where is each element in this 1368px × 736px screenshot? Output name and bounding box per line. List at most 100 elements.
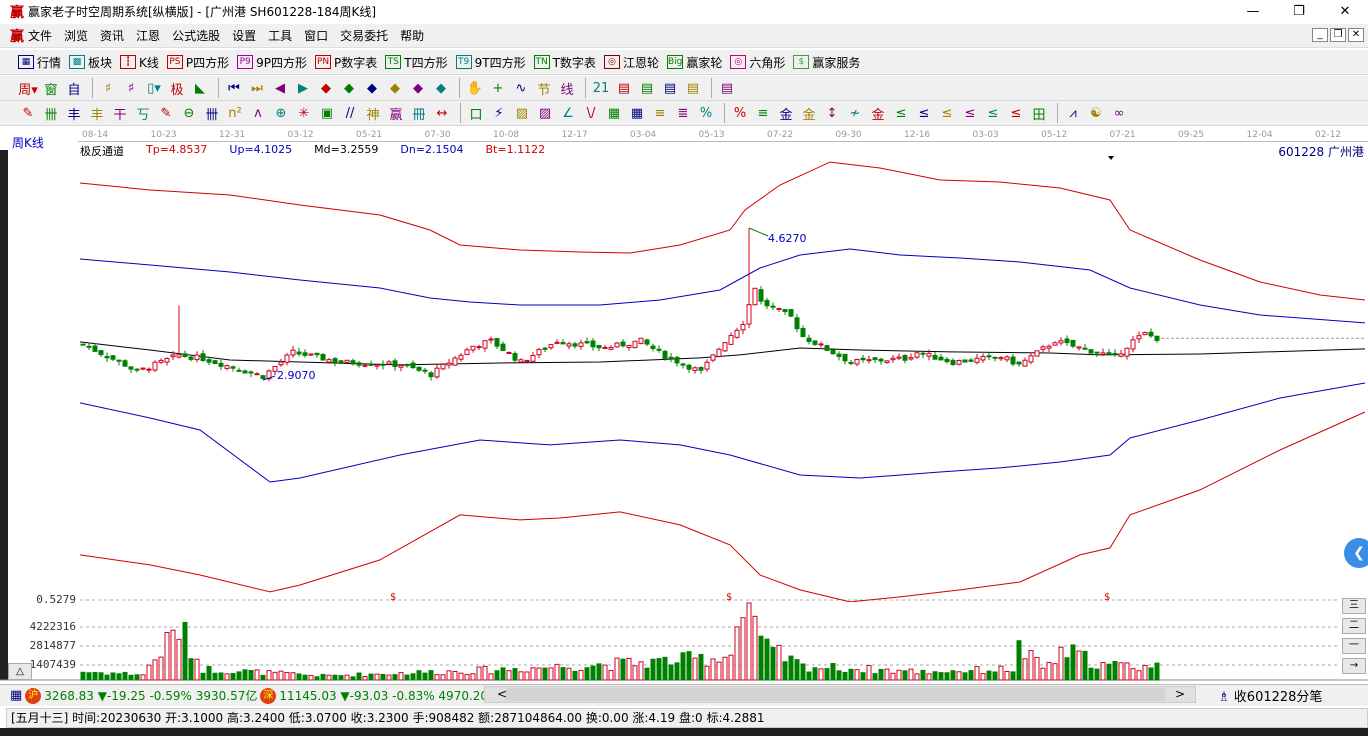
- tool-icon[interactable]: ⊕: [271, 103, 291, 123]
- toolbar-button[interactable]: TS T四方形: [385, 54, 448, 71]
- toolbar-button[interactable]: ◎ 江恩轮: [603, 54, 659, 71]
- expand-triangle-button[interactable]: △: [8, 663, 32, 680]
- tool-icon[interactable]: ◆: [408, 78, 428, 98]
- tool-icon[interactable]: 田: [1029, 103, 1049, 123]
- horizontal-scrollbar[interactable]: < >: [484, 686, 1196, 703]
- tool-icon[interactable]: ⏮: [224, 78, 244, 98]
- tool-icon[interactable]: ∞: [1109, 103, 1129, 123]
- tool-icon[interactable]: ▦: [604, 103, 624, 123]
- tool-icon[interactable]: ∿: [511, 78, 531, 98]
- toolbar-button[interactable]: Big 赢家轮: [666, 54, 722, 71]
- menu-item[interactable]: 设置: [232, 27, 256, 44]
- tool-icon[interactable]: 干: [110, 103, 130, 123]
- menu-item[interactable]: 帮助: [400, 27, 424, 44]
- tool-icon[interactable]: 丰: [64, 103, 84, 123]
- menu-item[interactable]: 资讯: [100, 27, 124, 44]
- tool-icon[interactable]: ◀: [270, 78, 290, 98]
- tool-icon[interactable]: %: [730, 103, 750, 123]
- layout-3-button[interactable]: 三: [1342, 598, 1366, 614]
- scroll-right-button[interactable]: >: [1175, 687, 1185, 701]
- tool-icon[interactable]: ♯: [98, 78, 118, 98]
- mdi-close-button[interactable]: ✕: [1348, 28, 1364, 42]
- toolbar-button[interactable]: ▦ 行情: [18, 54, 61, 71]
- tool-icon[interactable]: ✎: [156, 103, 176, 123]
- mdi-restore-button[interactable]: ❐: [1330, 28, 1346, 42]
- arrow-right-button[interactable]: →: [1342, 658, 1366, 674]
- tool-icon[interactable]: ▶: [293, 78, 313, 98]
- tool-icon[interactable]: ◆: [362, 78, 382, 98]
- tool-icon[interactable]: ▤: [660, 78, 680, 98]
- tool-icon[interactable]: ⏭: [247, 78, 267, 98]
- tool-icon[interactable]: ◆: [385, 78, 405, 98]
- tool-icon[interactable]: 金: [776, 103, 796, 123]
- tool-icon[interactable]: 神: [363, 103, 383, 123]
- tool-icon[interactable]: ▨: [535, 103, 555, 123]
- maximize-button[interactable]: ❐: [1276, 0, 1322, 23]
- toolbar-button[interactable]: ┇ K线: [120, 54, 159, 71]
- tool-icon[interactable]: ⚡: [489, 103, 509, 123]
- tool-icon[interactable]: 丰: [87, 103, 107, 123]
- kline-chart[interactable]: 0.5279 4222316 2814877 1407439 $ $ $4.6270 2.90…: [0, 142, 1368, 684]
- tool-icon[interactable]: ◆: [316, 78, 336, 98]
- tool-icon[interactable]: ✎: [18, 103, 38, 123]
- toolbar-button[interactable]: TN T数字表: [533, 54, 596, 71]
- minimize-button[interactable]: —: [1230, 0, 1276, 23]
- tool-icon[interactable]: 极: [167, 78, 187, 98]
- tool-icon[interactable]: n²: [225, 103, 245, 123]
- tool-icon[interactable]: 窗: [41, 78, 61, 98]
- tool-icon[interactable]: ▤: [637, 78, 657, 98]
- tool-icon[interactable]: ◣: [190, 78, 210, 98]
- side-panel-toggle-button[interactable]: ❮: [1344, 538, 1368, 568]
- tool-icon[interactable]: ✳: [294, 103, 314, 123]
- tool-icon[interactable]: 线: [557, 78, 577, 98]
- menu-item[interactable]: 江恩: [136, 27, 160, 44]
- scroll-thumb[interactable]: [505, 688, 1165, 701]
- tool-icon[interactable]: ≡: [753, 103, 773, 123]
- menu-item[interactable]: 交易委托: [340, 27, 388, 44]
- tool-icon[interactable]: 冊: [409, 103, 429, 123]
- tool-icon[interactable]: 赢: [386, 103, 406, 123]
- scroll-left-button[interactable]: <: [497, 687, 507, 701]
- tool-icon[interactable]: ʌ: [248, 103, 268, 123]
- tool-icon[interactable]: 丂: [133, 103, 153, 123]
- tool-icon[interactable]: ▤: [717, 78, 737, 98]
- tool-icon[interactable]: ↔: [432, 103, 452, 123]
- tool-icon[interactable]: ≁: [845, 103, 865, 123]
- layout-2-button[interactable]: 二: [1342, 618, 1366, 634]
- tool-icon[interactable]: 21: [591, 78, 611, 98]
- tool-icon[interactable]: ≤: [1006, 103, 1026, 123]
- tool-icon[interactable]: \/: [581, 103, 601, 123]
- tool-icon[interactable]: ▣: [317, 103, 337, 123]
- tool-icon[interactable]: 周▾: [18, 78, 38, 98]
- tool-icon[interactable]: 自: [64, 78, 84, 98]
- tool-icon[interactable]: ✋: [465, 78, 485, 98]
- toolbar-button[interactable]: PS P四方形: [166, 54, 229, 71]
- toolbar-button[interactable]: ◎ 六角形: [730, 54, 785, 71]
- tool-icon[interactable]: ⊖: [179, 103, 199, 123]
- menu-item[interactable]: 浏览: [64, 27, 88, 44]
- mdi-minimize-button[interactable]: _: [1312, 28, 1328, 42]
- tool-icon[interactable]: +: [488, 78, 508, 98]
- tool-icon[interactable]: ≤: [937, 103, 957, 123]
- tool-icon[interactable]: 卌: [41, 103, 61, 123]
- tool-icon[interactable]: ∠: [558, 103, 578, 123]
- tool-icon[interactable]: ↕: [822, 103, 842, 123]
- tool-icon[interactable]: 金: [868, 103, 888, 123]
- toolbar-button[interactable]: ▩ 板块: [69, 54, 112, 71]
- toolbar-button[interactable]: P9 9P四方形: [237, 54, 307, 71]
- tool-icon[interactable]: ◆: [339, 78, 359, 98]
- menu-item[interactable]: 窗口: [304, 27, 328, 44]
- tool-icon[interactable]: ≤: [891, 103, 911, 123]
- tool-icon[interactable]: %: [696, 103, 716, 123]
- tool-icon[interactable]: 卌: [202, 103, 222, 123]
- tool-icon[interactable]: ☯: [1086, 103, 1106, 123]
- tool-icon[interactable]: ≣: [673, 103, 693, 123]
- tool-icon[interactable]: ▤: [614, 78, 634, 98]
- tool-icon[interactable]: //: [340, 103, 360, 123]
- tool-icon[interactable]: ♯: [121, 78, 141, 98]
- tool-icon[interactable]: ◆: [431, 78, 451, 98]
- tool-icon[interactable]: 口: [466, 103, 486, 123]
- tool-icon[interactable]: ≡: [650, 103, 670, 123]
- toolbar-button[interactable]: T9 9T四方形: [455, 54, 526, 71]
- tick-data-button[interactable]: ♗ 收601228分笔: [1218, 686, 1322, 705]
